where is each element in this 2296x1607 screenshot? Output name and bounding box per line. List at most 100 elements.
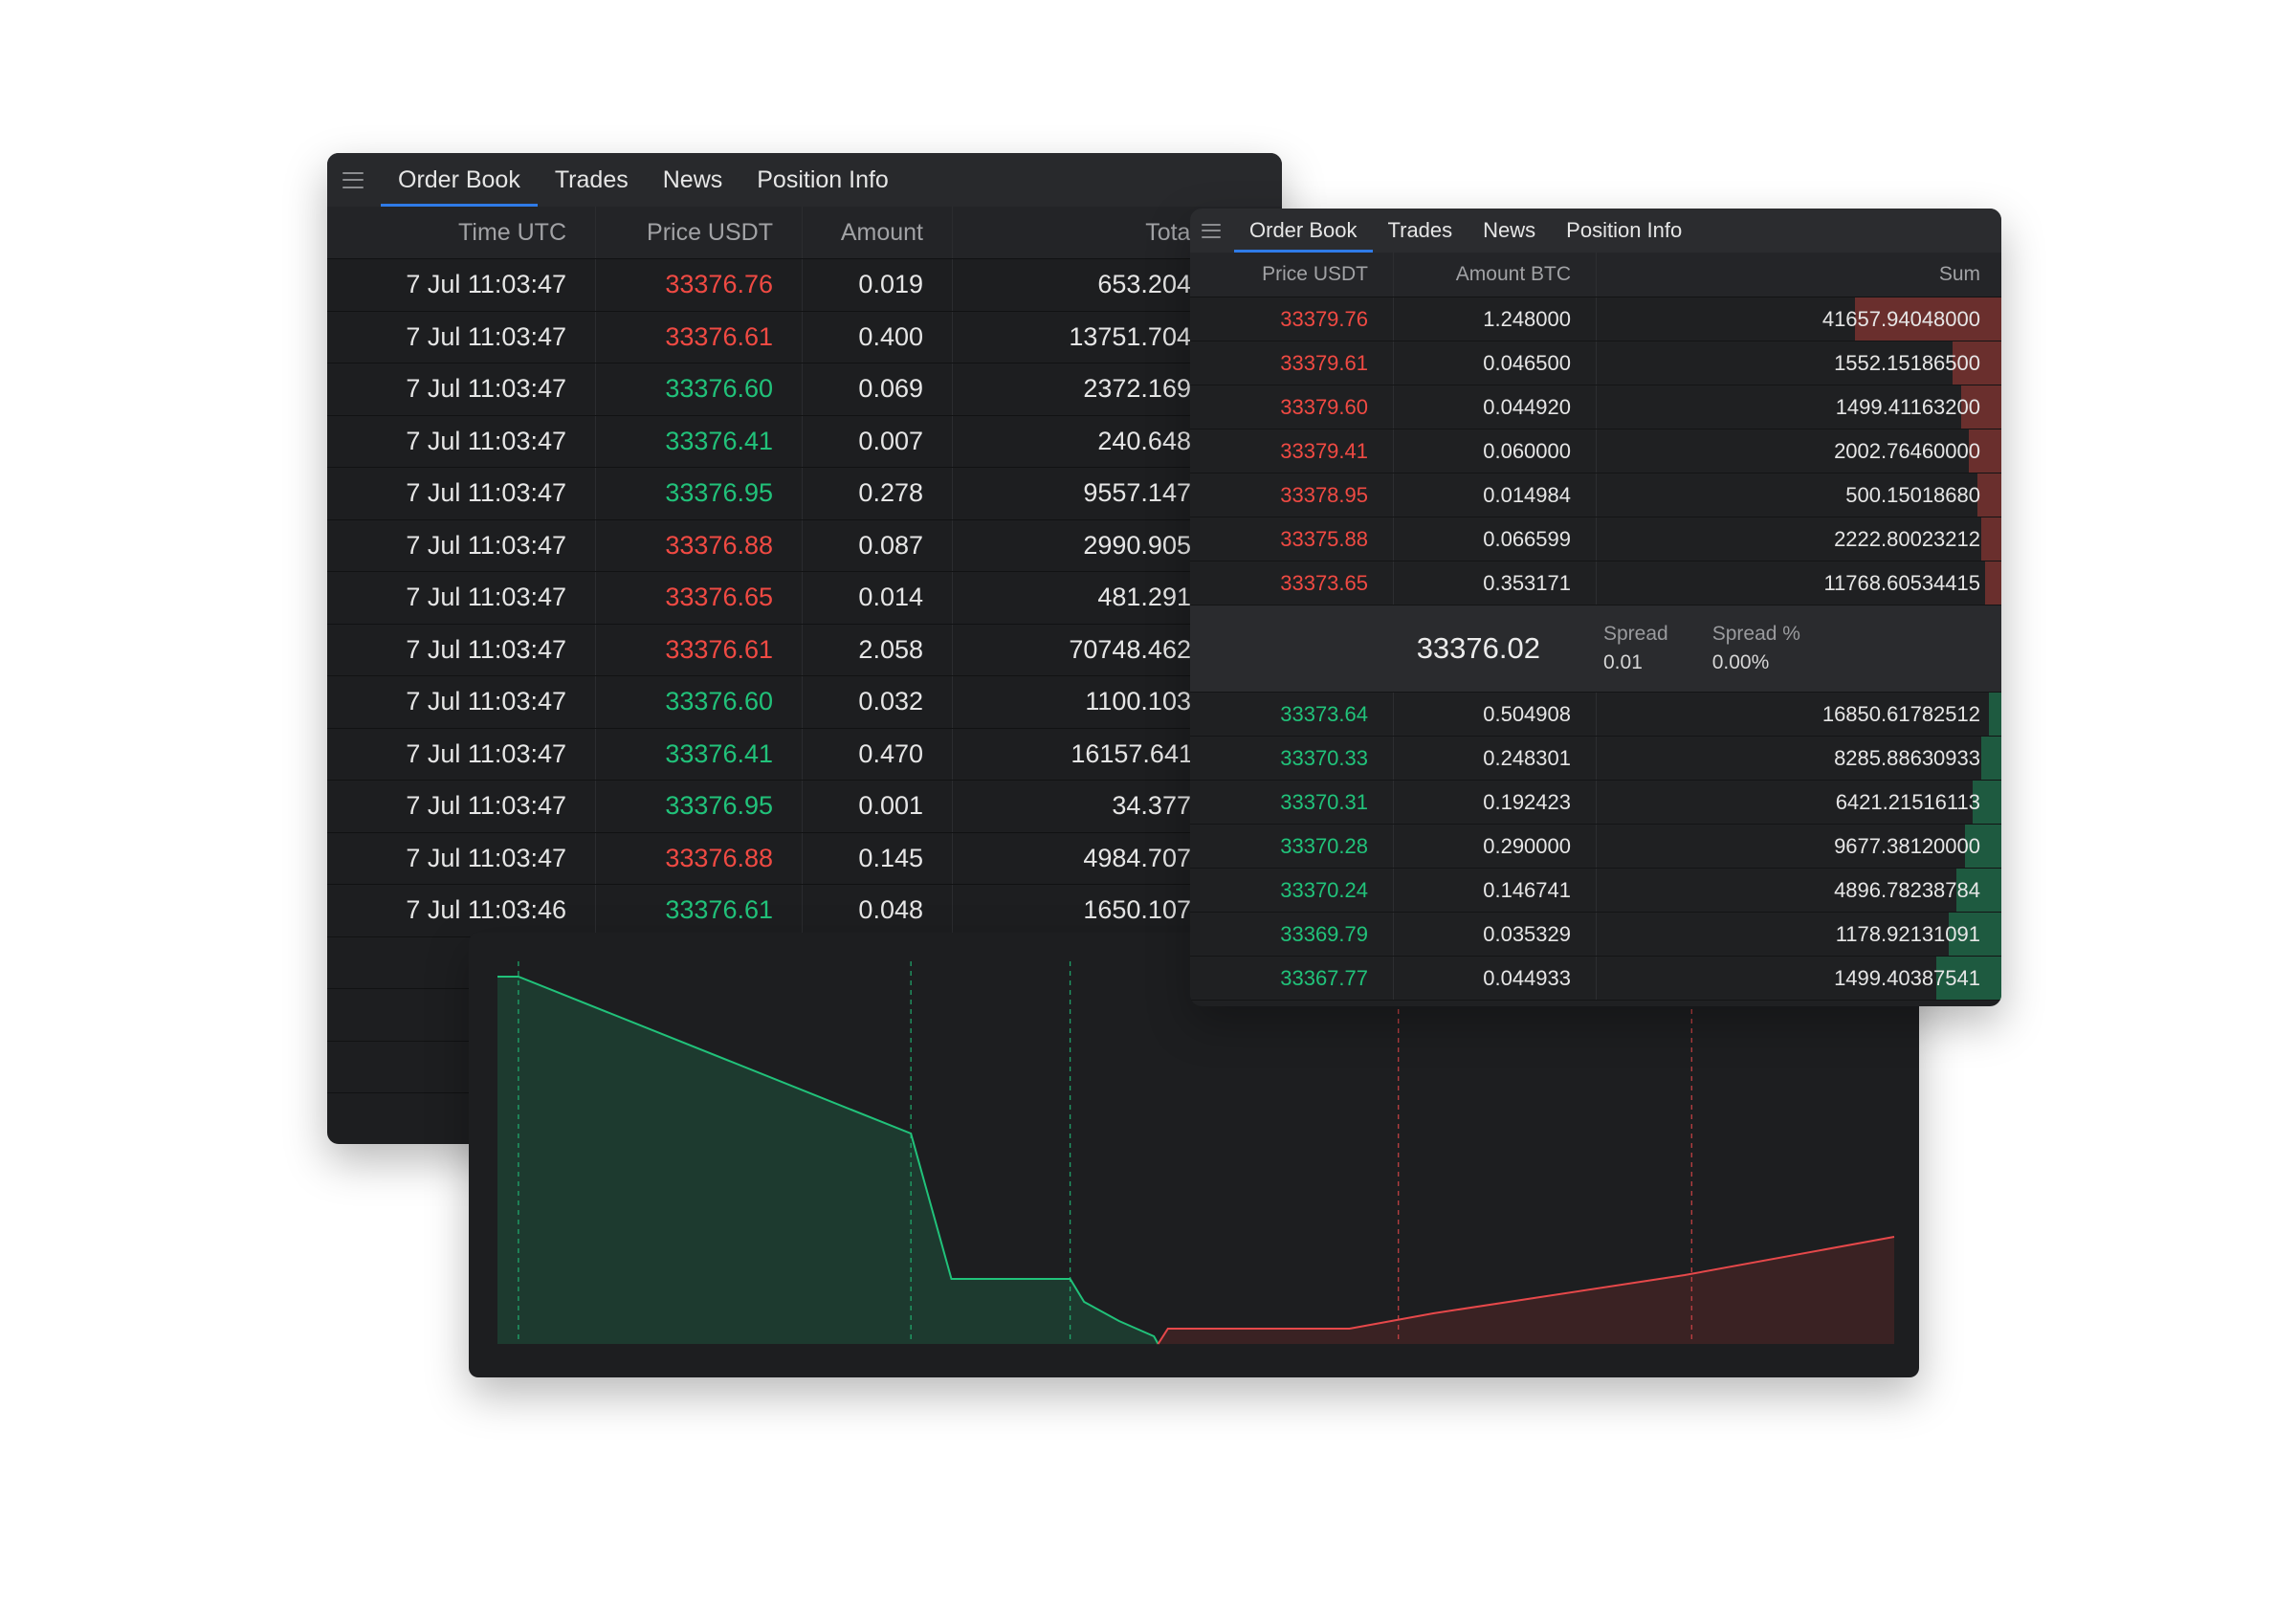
spread-percent-info: Spread % 0.00% [1712,620,1800,677]
ask-sum: 1552.15186500 [1834,351,1980,375]
ask-row[interactable]: 33379.76 1.248000 41657.94048000 [1190,297,2001,341]
bid-sum: 9677.38120000 [1834,834,1980,858]
trade-amount: 0.145 [802,832,953,885]
table-row[interactable]: 7 Jul 11:03:47 33376.95 0.001 34.3773 [327,780,1282,833]
bid-sum: 4896.78238784 [1834,878,1980,902]
ask-amount: 0.014984 [1394,473,1597,517]
trade-amount: 0.470 [802,728,953,781]
asks-list: 33379.76 1.248000 41657.94048000 33379.61 0.… [1190,297,2001,605]
spread-info: Spread 0.01 [1603,620,1668,677]
bid-area [497,977,1159,1344]
ask-price: 33375.88 [1190,517,1394,561]
table-row[interactable]: 7 Jul 11:03:47 33376.95 0.278 9557.1479 [327,467,1282,520]
spread-row: 33376.02 Spread 0.01 Spread % 0.00% [1190,605,2001,693]
bid-sum: 1499.40387541 [1834,966,1980,990]
bid-amount: 0.044933 [1394,957,1597,1000]
bid-row[interactable]: 33369.79 0.035329 1178.92131091 [1190,913,2001,957]
table-row[interactable]: 7 Jul 11:03:47 33376.88 0.145 4984.7070 [327,832,1282,885]
column-header-price[interactable]: Price USDT [1190,253,1394,297]
spread-percent-label: Spread % [1711,623,1800,645]
bid-row[interactable]: 33367.77 0.044933 1499.40387541 [1190,957,2001,1001]
ask-amount: 0.060000 [1394,429,1597,473]
table-row[interactable]: 7 Jul 11:03:47 33376.60 0.069 2372.1696 [327,363,1282,416]
column-header-amount[interactable]: Amount [802,207,953,259]
trade-time: 7 Jul 11:03:47 [327,832,596,885]
order-book-panel: Order Book Trades News Position Info Pri… [1190,209,2001,1006]
ask-price: 33378.95 [1190,473,1394,517]
tab-trades[interactable]: Trades [1373,209,1468,253]
ask-row[interactable]: 33379.41 0.060000 2002.76460000 [1190,429,2001,473]
bid-price: 33370.24 [1190,869,1394,912]
trade-time: 7 Jul 11:03:47 [327,258,596,312]
table-row[interactable]: 7 Jul 11:03:47 33376.65 0.014 481.2913 [327,571,1282,625]
bid-sum: 1178.92131091 [1835,922,1980,946]
trade-amount: 0.032 [802,675,953,729]
table-row[interactable]: 7 Jul 11:03:47 33376.41 0.470 16157.6411 [327,728,1282,781]
bid-price: 33370.33 [1190,737,1394,780]
spread-value: 0.01 [1603,651,1643,673]
table-row[interactable]: 7 Jul 11:03:46 33376.61 0.048 1650.1075 [327,884,1282,937]
tab-news[interactable]: News [1468,209,1551,253]
trades-tab-bar: Order Book Trades News Position Info [327,153,1282,207]
ask-row[interactable]: 33379.61 0.046500 1552.15186500 [1190,341,2001,385]
trade-price: 33376.60 [595,675,803,729]
trade-price: 33376.65 [595,571,803,625]
bid-amount: 0.192423 [1394,781,1597,824]
trade-amount: 0.069 [802,363,953,416]
trade-amount: 0.007 [802,415,953,468]
ask-sum: 41657.94048000 [1821,307,1980,331]
bid-row[interactable]: 33370.24 0.146741 4896.78238784 [1190,869,2001,913]
table-row[interactable]: 7 Jul 11:03:47 33376.61 2.058 70748.4628 [327,624,1282,676]
ask-price: 33379.61 [1190,341,1394,385]
tab-news[interactable]: News [646,153,740,207]
tab-position-info[interactable]: Position Info [740,153,906,207]
trade-price: 33376.95 [595,780,803,833]
bid-price: 33373.64 [1190,693,1394,736]
bid-row[interactable]: 33370.33 0.248301 8285.88630933 [1190,737,2001,781]
trade-price: 33376.88 [595,519,803,572]
order-book-tab-bar: Order Book Trades News Position Info [1190,209,2001,253]
ask-row[interactable]: 33378.95 0.014984 500.15018680 [1190,473,2001,517]
trade-amount: 2.058 [802,624,953,676]
spread-label: Spread [1603,623,1668,645]
trade-price: 33376.41 [595,415,803,468]
table-row[interactable]: 7 Jul 11:03:47 33376.60 0.032 1100.1030 [327,675,1282,729]
tab-position-info[interactable]: Position Info [1551,209,1697,253]
tab-order-book[interactable]: Order Book [1234,209,1373,253]
ask-row[interactable]: 33373.65 0.353171 11768.60534415 [1190,561,2001,605]
bid-amount: 0.035329 [1394,913,1597,956]
table-row[interactable]: 7 Jul 11:03:47 33376.76 0.019 653.2048 [327,258,1282,312]
ask-row[interactable]: 33379.60 0.044920 1499.41163200 [1190,385,2001,429]
trade-amount: 0.087 [802,519,953,572]
trade-price: 33376.76 [595,258,803,312]
trade-amount: 0.014 [802,571,953,625]
table-row[interactable]: 7 Jul 11:03:47 33376.41 0.007 240.6483 [327,415,1282,468]
column-header-sum[interactable]: Sum [1597,253,2001,297]
trade-time: 7 Jul 11:03:47 [327,728,596,781]
table-row[interactable]: 7 Jul 11:03:47 33376.61 0.400 13751.7040 [327,311,1282,363]
bid-row[interactable]: 33370.28 0.290000 9677.38120000 [1190,825,2001,869]
ask-sum: 500.15018680 [1845,483,1980,507]
bid-price: 33370.31 [1190,781,1394,824]
column-header-price[interactable]: Price USDT [595,207,803,259]
trade-time: 7 Jul 11:03:47 [327,675,596,729]
tab-trades[interactable]: Trades [538,153,646,207]
ask-row[interactable]: 33375.88 0.066599 2222.80023212 [1190,517,2001,561]
ask-sum: 11768.60534415 [1823,571,1980,595]
trade-time: 7 Jul 11:03:47 [327,519,596,572]
tab-order-book[interactable]: Order Book [381,153,538,207]
hamburger-menu-icon[interactable] [1202,223,1221,238]
ask-price: 33373.65 [1190,561,1394,605]
bid-row[interactable]: 33370.31 0.192423 6421.21516113 [1190,781,2001,825]
bid-row[interactable]: 33373.64 0.504908 16850.61782512 [1190,693,2001,737]
trade-price: 33376.41 [595,728,803,781]
trade-amount: 0.048 [802,884,953,937]
column-header-time[interactable]: Time UTC [327,207,596,259]
trade-time: 7 Jul 11:03:47 [327,467,596,520]
hamburger-menu-icon[interactable] [342,171,364,188]
table-row[interactable]: 7 Jul 11:03:47 33376.88 0.087 2990.9051 [327,519,1282,572]
bid-price: 33369.79 [1190,913,1394,956]
column-header-amount[interactable]: Amount BTC [1394,253,1597,297]
trade-time: 7 Jul 11:03:47 [327,571,596,625]
trade-amount: 0.001 [802,780,953,833]
